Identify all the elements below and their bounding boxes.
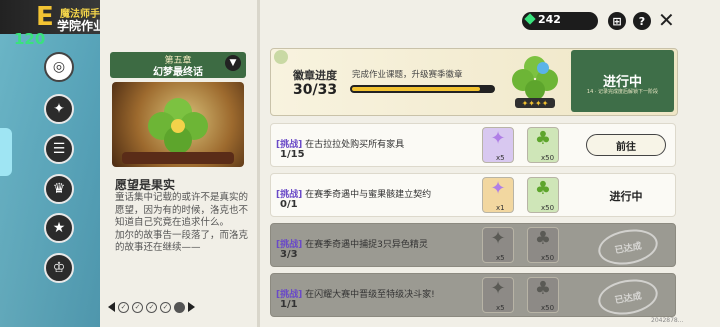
reward-quantity: x5 — [496, 304, 505, 312]
pager-dot[interactable]: ✓ — [160, 301, 171, 313]
task-line: [挑战] 在赛季奇遇中与蜜果骸建立契约 — [276, 182, 431, 201]
chapter-artwork — [112, 82, 244, 167]
task-progress: 1/1 — [280, 299, 298, 310]
reward-quantity: x50 — [541, 204, 555, 212]
player-level: 120 — [14, 30, 46, 48]
task-progress: 1/15 — [280, 149, 305, 160]
help-icon[interactable]: ? — [633, 12, 651, 30]
currency-value: 242 — [538, 13, 561, 26]
badge-progress-fill — [352, 87, 481, 91]
pager-dot[interactable]: ✓ — [118, 301, 129, 313]
story-body: 童话集中记载的或许不是真实的愿望，因为有的时候，洛克也不知道自己究竟在追求什么。… — [115, 192, 249, 253]
target-icon[interactable]: ◎ — [44, 52, 74, 82]
side-drawer-tab[interactable] — [0, 128, 12, 176]
story-title: 愿望是果实 — [115, 178, 176, 192]
pager-prev-arrow[interactable] — [108, 302, 115, 312]
task-text: 在闪耀大赛中晋级至特级决斗家! — [302, 290, 435, 300]
page-title: 学院作业 — [57, 19, 106, 33]
chapter-pager: ✓ ✓ ✓ ✓ — [108, 300, 195, 314]
go-button[interactable]: 前往 — [586, 134, 666, 156]
badge-icon[interactable]: ★ — [44, 213, 74, 243]
pager-dot[interactable]: ✓ — [146, 301, 157, 313]
crown-icon[interactable]: ♔ — [44, 253, 74, 283]
task-text: 在赛季奇遇中与蜜果骸建立契约 — [302, 190, 432, 200]
pager-dot[interactable]: ✓ — [132, 301, 143, 313]
task-text: 在赛季奇遇中捕捉3只异色精灵 — [302, 240, 428, 250]
badge-description: 完成作业课题，升级赛季徽章 — [352, 70, 463, 80]
chevron-down-icon[interactable]: ▼ — [225, 55, 241, 71]
reward-quantity: x5 — [496, 254, 505, 262]
season-status-note: 14 · 记录完成度后解锁下一阶段 — [586, 89, 659, 95]
compass-icon[interactable]: ✦ — [44, 94, 74, 124]
clover-artwork — [122, 98, 234, 164]
build-version: 2042878... — [651, 317, 684, 324]
reward-quantity: x1 — [496, 204, 505, 212]
task-progress: 0/1 — [280, 199, 298, 210]
close-icon[interactable]: ✕ — [658, 8, 675, 32]
task-line: [挑战] 在闪耀大赛中晋级至特级决斗家! — [276, 282, 435, 301]
task-progress: 3/3 — [280, 249, 298, 260]
reward-quantity: x5 — [496, 154, 505, 162]
reward-quantity: x50 — [541, 304, 555, 312]
task-text: 在古拉拉处购买所有家具 — [302, 140, 405, 150]
svg-text:✦✦✦✦: ✦✦✦✦ — [522, 99, 549, 108]
pager-dot-current[interactable] — [174, 301, 185, 313]
reward-quantity: x50 — [541, 254, 555, 262]
task-line: [挑战] 在赛季奇遇中捕捉3只异色精灵 — [276, 232, 428, 251]
in-progress-label: 进行中 — [609, 190, 643, 203]
pager-next-arrow[interactable] — [188, 302, 195, 312]
panel-divider — [257, 0, 260, 327]
reward-quantity: x50 — [541, 154, 555, 162]
trophy-icon[interactable]: ♛ — [44, 174, 74, 204]
checklist-icon[interactable]: ☰ — [44, 134, 74, 164]
shop-cart-icon[interactable]: ⊞ — [608, 12, 626, 30]
badge-count: 30/33 — [293, 82, 338, 98]
season-badge-emblem: ✦✦✦✦ — [512, 56, 558, 108]
header-logo: E — [36, 2, 54, 32]
clover-small-icon — [274, 50, 288, 64]
badge-title: 徽章进度 — [293, 69, 337, 82]
